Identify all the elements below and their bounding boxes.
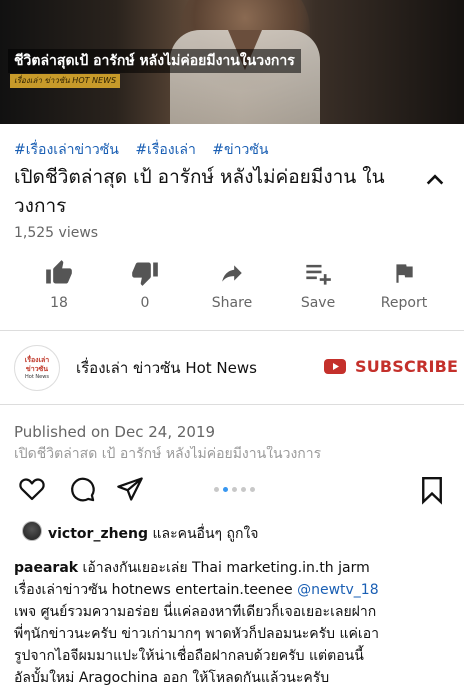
share-arrow-icon bbox=[222, 265, 242, 282]
report-label: Report bbox=[380, 295, 428, 311]
caption-username[interactable]: paearak bbox=[14, 560, 78, 576]
carousel-dot bbox=[250, 487, 255, 492]
youtube-play-icon[interactable] bbox=[324, 359, 346, 374]
video-title: เปิดชีวิตล่าสุด เป้ อารักษ์ หลังไม่ค่อยม… bbox=[14, 166, 385, 217]
report-button[interactable]: Report bbox=[364, 258, 444, 311]
dislike-button[interactable]: 0 bbox=[105, 258, 185, 311]
carousel-indicator bbox=[214, 487, 255, 492]
channel-logo-text: ข่าวซัน bbox=[25, 364, 49, 373]
carousel-dot bbox=[241, 487, 246, 492]
hashtag-link[interactable]: #เรื่องเล่าข่าวซัน bbox=[14, 142, 119, 158]
chevron-up-icon[interactable] bbox=[424, 168, 446, 190]
flag-icon bbox=[396, 264, 413, 283]
caption-text: เรื่องเล่าข่าวซัน hotnews entertain.teen… bbox=[14, 582, 298, 598]
video-thumbnail[interactable]: ชีวิตล่าสุดเป้ อารักษ์ หลังไม่ค่อยมีงานใ… bbox=[0, 0, 464, 124]
post-caption: paearak เอ้าลงกันเยอะเล่ย Thai marketing… bbox=[14, 557, 454, 689]
video-overlay-title: ชีวิตล่าสุดเป้ อารักษ์ หลังไม่ค่อยมีงานใ… bbox=[8, 49, 301, 73]
carousel-dot bbox=[214, 487, 219, 492]
video-actions: 18 0 Share Save Report bbox=[0, 258, 464, 318]
playlist-add-icon bbox=[306, 264, 331, 285]
hashtag-link[interactable]: #เรื่องเล่า bbox=[135, 142, 196, 158]
liker-username[interactable]: victor_zheng bbox=[48, 526, 148, 542]
channel-logo-text: Hot News bbox=[25, 373, 49, 380]
divider bbox=[0, 404, 464, 405]
video-overlay-source: เรื่องเล่า ข่าวซัน HOT NEWS bbox=[10, 74, 121, 88]
heart-icon[interactable] bbox=[17, 475, 47, 503]
caption-line: อัลบั้มใหม่ Aragochina ออก ให้โหลดกันแล้… bbox=[14, 670, 330, 686]
send-icon[interactable] bbox=[115, 475, 145, 503]
published-date: Published on Dec 24, 2019 bbox=[14, 423, 216, 441]
description-preview: เปิดชีวิตล่าสุด เป้ อารักษ์ หลังไม่ค่อยม… bbox=[14, 446, 454, 458]
bookmark-icon[interactable] bbox=[417, 475, 447, 505]
liker-avatar[interactable] bbox=[22, 521, 42, 541]
share-button[interactable]: Share bbox=[192, 258, 272, 311]
channel-logo-text: เรื่องเล่า bbox=[24, 355, 50, 364]
dislike-count: 0 bbox=[140, 295, 150, 311]
like-count: 18 bbox=[50, 295, 68, 311]
view-count: 1,525 views bbox=[14, 225, 99, 241]
channel-name[interactable]: เรื่องเล่า ข่าวซัน Hot News bbox=[76, 356, 257, 380]
caption-line: เพจ ศูนย์รวมความอร่อย นี่แค่ลองหาทีเดียว… bbox=[14, 604, 377, 620]
likes-suffix: และคนอื่นๆ ถูกใจ bbox=[152, 526, 259, 542]
save-label: Save bbox=[300, 295, 336, 311]
divider bbox=[0, 330, 464, 331]
caption-text: เอ้าลงกันเยอะเล่ย Thai marketing.in.th j… bbox=[82, 560, 370, 576]
caption-line: paearak เอ้าลงกันเยอะเล่ย Thai marketing… bbox=[14, 557, 454, 579]
caption-line: รูปจากไอจีผมมาแปะให้น่าเชื่อถือฝากลบด้วย… bbox=[14, 648, 364, 664]
share-label: Share bbox=[211, 295, 253, 311]
caption-line: พี่ๆนักข่าวนะครับ ข่าวเก่ามากๆ พาดหัวก็ป… bbox=[14, 626, 379, 642]
thumbs-up-icon bbox=[46, 260, 72, 284]
like-button[interactable]: 18 bbox=[19, 258, 99, 311]
save-button[interactable]: Save bbox=[278, 258, 358, 311]
likes-summary[interactable]: victor_zheng และคนอื่นๆ ถูกใจ bbox=[48, 523, 259, 545]
thumbs-down-icon bbox=[132, 262, 158, 286]
comment-icon[interactable] bbox=[67, 475, 97, 503]
carousel-dot-active bbox=[223, 487, 228, 492]
caption-mention[interactable]: @newtv_18 bbox=[297, 582, 379, 598]
description-text: เปิดชีวิตล่าสุด เป้ อารักษ์ หลังไม่ค่อยม… bbox=[14, 446, 322, 458]
subscribe-button[interactable]: SUBSCRIBE bbox=[355, 357, 458, 376]
hashtags: #เรื่องเล่าข่าวซัน #เรื่องเล่า #ข่าวซัน bbox=[14, 139, 280, 161]
caption-line: เรื่องเล่าข่าวซัน hotnews entertain.teen… bbox=[14, 579, 454, 601]
carousel-dot bbox=[232, 487, 237, 492]
channel-avatar[interactable]: เรื่องเล่า ข่าวซัน Hot News bbox=[14, 345, 60, 391]
hashtag-link[interactable]: #ข่าวซัน bbox=[212, 142, 268, 158]
